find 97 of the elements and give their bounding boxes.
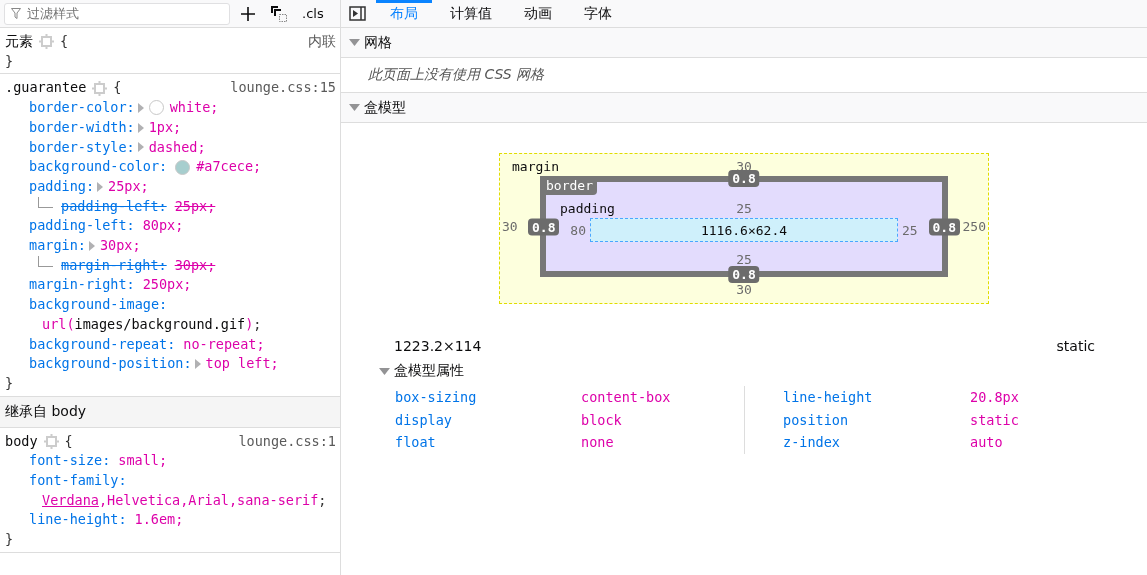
property-value: 30px;: [99, 236, 141, 256]
property-value: no-repeat;: [183, 334, 265, 354]
padding-left-value: 80: [569, 222, 587, 238]
property-name: padding-left:: [61, 196, 167, 216]
margin-right-value: 250: [961, 219, 987, 234]
margin-left-value: 30: [501, 219, 519, 234]
property-name: background-image:: [29, 295, 168, 315]
property-value: top left;: [205, 354, 279, 374]
position-value: static: [1056, 338, 1095, 354]
property-value: white;: [169, 98, 219, 118]
section-header[interactable]: 网格: [341, 28, 1147, 58]
property-name: background-repeat:: [29, 334, 176, 354]
tab[interactable]: 计算值: [436, 0, 506, 27]
property-name: background-position:: [29, 354, 192, 374]
padding-label: padding: [560, 200, 616, 216]
property-name: z-index: [783, 434, 841, 451]
property-name: position: [783, 411, 850, 428]
margin-label: margin: [512, 158, 560, 174]
property-value: 1.6em;: [134, 510, 184, 530]
brace: {: [60, 32, 69, 51]
cls-button[interactable]: .cls: [298, 4, 328, 23]
brace: }: [5, 52, 14, 69]
tree-line: [38, 196, 53, 208]
property-value: small;: [118, 451, 168, 471]
overlapping-squares-icon: [270, 4, 288, 23]
triangle-right-icon[interactable]: [88, 240, 95, 251]
border-width-label: 0.8: [728, 170, 760, 187]
section-toggle[interactable]: 盒模型属性: [341, 354, 1147, 380]
brace: {: [113, 78, 122, 98]
filter-field[interactable]: 过滤样式: [4, 2, 230, 25]
triangle-right-icon[interactable]: [194, 359, 201, 370]
property-name: background-color:: [29, 157, 168, 177]
source-link[interactable]: lounge.css:1: [238, 431, 336, 452]
property-value: Verdana,Helvetica,Arial,sana-serif;: [42, 490, 327, 510]
property-name: border-style:: [29, 137, 135, 157]
property-name: line-height: [783, 389, 874, 406]
inherited-header: 继承自 body: [0, 396, 340, 428]
property-value: 25px;: [108, 176, 149, 196]
property-name: font-size:: [29, 451, 111, 471]
property-value: block: [581, 411, 623, 428]
border-width-label: 0.8: [728, 266, 760, 283]
property-value: 30px;: [174, 255, 216, 275]
sidebar-toggle-icon: [349, 6, 366, 21]
brace: {: [64, 431, 73, 451]
property-value: static: [970, 411, 1020, 428]
selector: body: [5, 431, 38, 451]
section-header[interactable]: 盒模型: [341, 93, 1147, 123]
padding-bottom-value: 25: [736, 252, 752, 267]
property-name: padding:: [29, 176, 95, 196]
property-value: 25px;: [174, 196, 216, 216]
triangle-right-icon[interactable]: [137, 102, 144, 113]
color-swatch[interactable]: [175, 159, 191, 175]
brace: }: [5, 531, 14, 548]
filter-input[interactable]: 过滤样式: [25, 5, 223, 22]
property-name: margin-right:: [29, 275, 135, 295]
border-label: border: [544, 178, 597, 195]
filter-icon: [11, 8, 21, 19]
property-name: font-family:: [29, 471, 127, 491]
property-value: 80px;: [142, 216, 184, 236]
source-link[interactable]: lounge.css:15: [230, 78, 336, 99]
property-name: border-color:: [29, 98, 135, 118]
selector: 元素: [5, 32, 33, 51]
property-value: 20.8px: [970, 389, 1020, 406]
property-name: float: [395, 434, 437, 451]
plus-icon: [240, 5, 256, 22]
property-name: margin:: [29, 236, 86, 256]
property-value: 250px;: [142, 275, 192, 295]
property-name: margin-right:: [61, 255, 167, 275]
property-value: dashed;: [148, 137, 206, 157]
border-width-label: 0.8: [928, 218, 960, 235]
border-width-label: 0.8: [528, 218, 560, 235]
property-value: url(images/background.gif);: [42, 314, 262, 334]
property-value: #a7cece;: [196, 157, 262, 177]
tree-line: [38, 256, 53, 268]
source-link[interactable]: 内联: [308, 32, 336, 52]
property-name: box-sizing: [395, 389, 478, 406]
triangle-right-icon[interactable]: [97, 181, 104, 192]
triangle-right-icon[interactable]: [137, 122, 144, 133]
margin-bottom-value: 30: [736, 282, 752, 297]
tab[interactable]: 字体: [570, 0, 626, 27]
content-box: 1116.6×62.4: [590, 218, 898, 242]
tab[interactable]: 动画: [510, 0, 566, 27]
property-value: auto: [970, 434, 1004, 451]
property-value: 1px;: [148, 117, 182, 137]
padding-right-value: 25: [901, 222, 919, 238]
triangle-right-icon[interactable]: [137, 142, 144, 153]
property-value: content-box: [581, 389, 672, 406]
color-swatch[interactable]: [148, 100, 164, 116]
selector: .guarantee: [5, 78, 87, 98]
property-name: padding-left:: [29, 216, 135, 236]
property-name: border-width:: [29, 117, 135, 137]
padding-top-value: 25: [736, 200, 752, 216]
element-size: 1223.2×114: [394, 338, 482, 354]
property-name: display: [395, 411, 453, 428]
property-name: line-height:: [29, 510, 127, 530]
property-value: none: [581, 434, 615, 451]
brace: }: [5, 374, 14, 391]
